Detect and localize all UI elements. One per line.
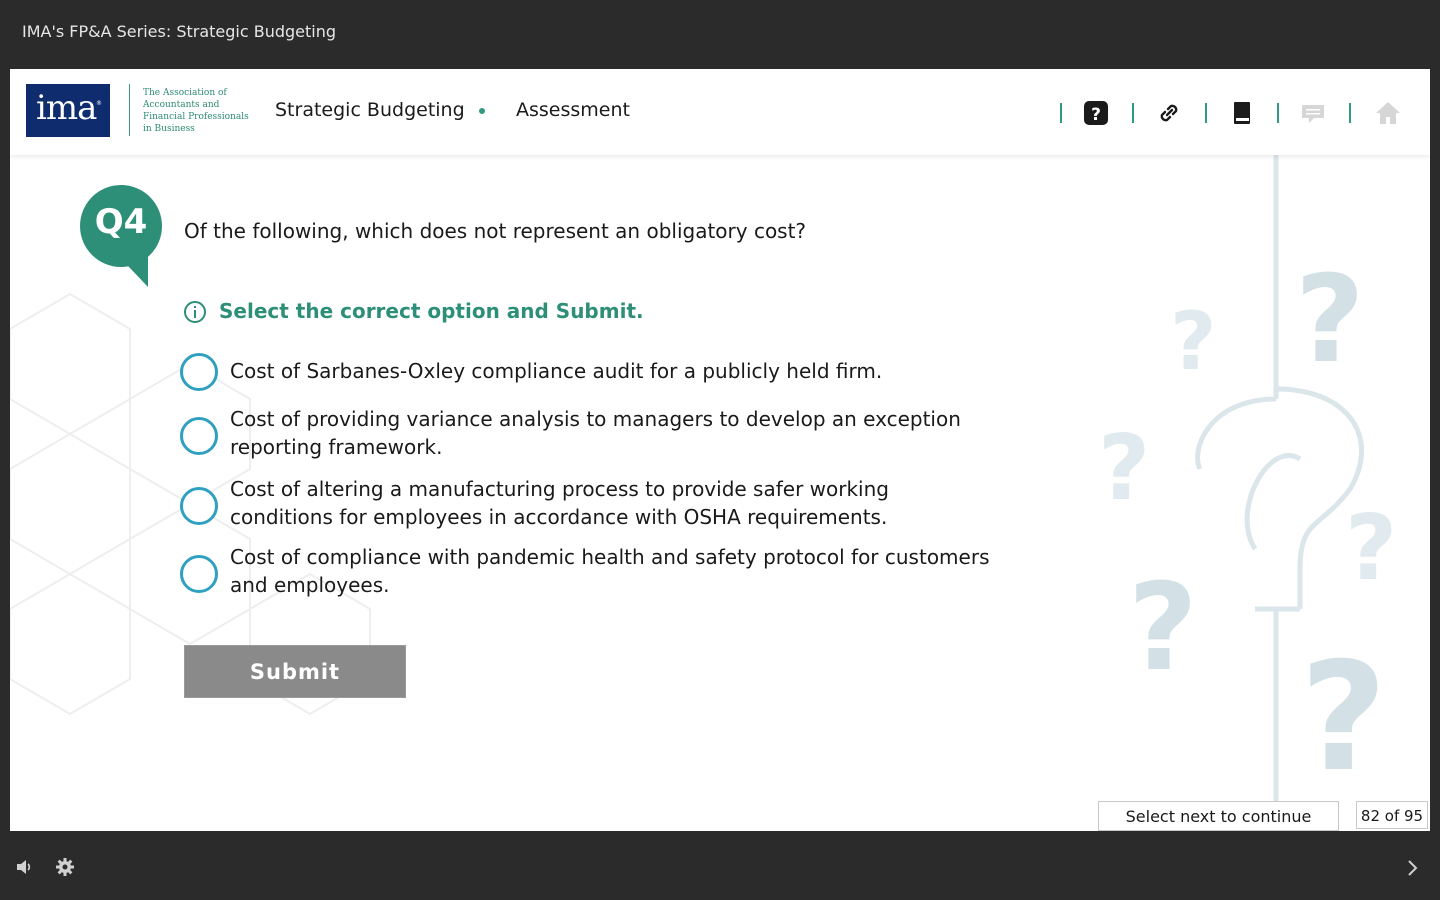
answer-option-2[interactable]: Cost of providing variance analysis to m… [180, 405, 1000, 465]
answer-option-4[interactable]: Cost of compliance with pandemic health … [180, 543, 1000, 603]
course-title: IMA's FP&A Series: Strategic Budgeting [22, 22, 337, 41]
answer-option-label: Cost of Sarbanes-Oxley compliance audit … [230, 359, 883, 383]
logo-tagline: The Association of Accountants and Finan… [143, 87, 253, 135]
breadcrumb-course: Strategic Budgeting [275, 99, 465, 121]
toolbar-separator [1132, 103, 1134, 123]
logo-tagline-line: Financial Professionals [143, 112, 249, 122]
page-counter: 82 of 95 [1356, 801, 1428, 829]
info-icon [184, 301, 206, 323]
player-control-bar [0, 831, 1440, 900]
question-text: Of the following, which does not represe… [184, 219, 807, 243]
logo-divider [129, 84, 130, 136]
answer-option-label: Cost of compliance with pandemic health … [230, 545, 990, 597]
player-title-bar: IMA's FP&A Series: Strategic Budgeting [0, 0, 1440, 69]
question-number-badge: Q4 [80, 185, 162, 267]
link-icon [1160, 104, 1178, 122]
logo-text: ima [36, 88, 97, 128]
toolbar-separator [1060, 103, 1062, 123]
next-hint: Select next to continue [1098, 801, 1339, 831]
svg-text:?: ? [1295, 251, 1365, 390]
answer-option-3[interactable]: Cost of altering a manufacturing process… [180, 475, 1000, 535]
logo-tagline-line: The Association of [143, 88, 227, 98]
radio-button[interactable] [180, 417, 218, 455]
answer-option-label: Cost of altering a manufacturing process… [230, 477, 889, 529]
svg-text:?: ? [1300, 631, 1387, 805]
help-icon: ? [1084, 101, 1108, 125]
answer-option-1[interactable]: Cost of Sarbanes-Oxley compliance audit … [180, 353, 1000, 393]
question-number: Q4 [94, 202, 148, 242]
toolbar-separator [1349, 103, 1351, 123]
radio-button[interactable] [180, 353, 218, 391]
comment-icon [1302, 105, 1324, 123]
breadcrumb-separator [479, 108, 485, 114]
help-button[interactable]: ? [1082, 99, 1110, 127]
gear-icon [56, 858, 74, 876]
logo-tagline-line: in Business [143, 124, 195, 134]
instruction-text: Select the correct option and Submit. [219, 299, 644, 323]
toolbar-separator [1277, 103, 1279, 123]
submit-button[interactable]: Submit [184, 645, 406, 698]
glossary-button[interactable] [1228, 99, 1256, 127]
answer-option-label: Cost of providing variance analysis to m… [230, 407, 961, 459]
svg-text:?: ? [1170, 295, 1216, 388]
slide-header: ima ® The Association of Accountants and… [10, 69, 1430, 155]
toolbar-separator [1205, 103, 1207, 123]
volume-icon [17, 860, 31, 874]
book-icon [1234, 102, 1250, 124]
settings-button[interactable] [54, 856, 76, 878]
home-button[interactable] [1374, 99, 1402, 127]
logo-trademark: ® [96, 100, 102, 107]
svg-text:?: ? [1345, 496, 1397, 601]
logo-tagline-line: Accountants and [143, 100, 220, 110]
comments-button[interactable] [1299, 99, 1327, 127]
volume-button[interactable] [14, 856, 36, 878]
slide-stage: ? ? ? ? ? ? ima ® The Association of Acc… [10, 69, 1430, 831]
chevron-right-icon [1408, 860, 1418, 876]
ima-logo: ima ® [26, 84, 110, 137]
svg-text:?: ? [1098, 416, 1150, 521]
svg-text:?: ? [1091, 105, 1101, 125]
breadcrumb-section: Assessment [516, 99, 630, 121]
radio-button[interactable] [180, 555, 218, 593]
home-icon [1376, 102, 1400, 124]
radio-button[interactable] [180, 487, 218, 525]
svg-text:?: ? [1128, 559, 1198, 698]
next-slide-button[interactable] [1401, 857, 1423, 879]
resources-link-button[interactable] [1155, 99, 1183, 127]
